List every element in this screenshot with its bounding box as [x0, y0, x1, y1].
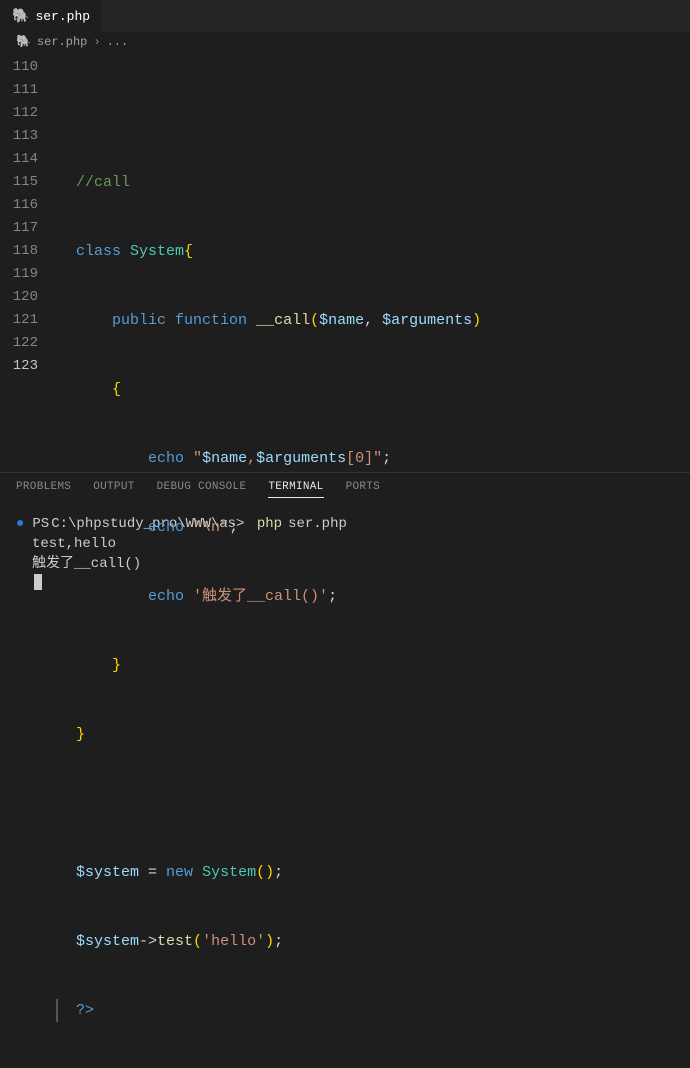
- line-number: 112: [0, 102, 56, 125]
- brace: }: [76, 726, 85, 743]
- code-area[interactable]: //call class System{ public function __c…: [56, 52, 690, 472]
- class-name: System: [202, 864, 256, 881]
- line-number: 120: [0, 286, 56, 309]
- kw-echo: echo: [148, 519, 184, 536]
- line-number: 111: [0, 79, 56, 102]
- line-number: 123: [0, 355, 56, 378]
- line-gutter: 1101111121131141151161171181191201211221…: [0, 52, 56, 472]
- class-name: System: [130, 243, 184, 260]
- prompt-prefix: PS: [32, 514, 49, 534]
- kw-public: public: [112, 312, 166, 329]
- breadcrumb-file: ser.php: [37, 35, 87, 49]
- breadcrumb[interactable]: 🐘 ser.php › ...: [0, 32, 690, 52]
- var: $system: [76, 933, 139, 950]
- kw-function: function: [175, 312, 247, 329]
- kw-echo: echo: [148, 588, 184, 605]
- brace: {: [184, 243, 193, 260]
- string: 'hello': [202, 933, 265, 950]
- breadcrumb-rest: ...: [107, 35, 129, 49]
- php-icon: 🐘: [16, 34, 31, 49]
- code-comment: //call: [76, 174, 130, 191]
- line-number: 118: [0, 240, 56, 263]
- param: $name: [319, 312, 364, 329]
- param: $arguments: [382, 312, 472, 329]
- string: "\n": [193, 519, 229, 536]
- line-number: 121: [0, 309, 56, 332]
- kw-echo: echo: [148, 450, 184, 467]
- line-number: 116: [0, 194, 56, 217]
- fn-name: __call: [256, 312, 310, 329]
- string: '触发了__call()': [193, 588, 328, 605]
- tab-bar: 🐘 ser.php: [0, 0, 690, 32]
- tab-filename: ser.php: [35, 9, 90, 24]
- method: test: [157, 933, 193, 950]
- line-number: 110: [0, 56, 56, 79]
- terminal-cursor: [34, 574, 42, 590]
- line-number: 119: [0, 263, 56, 286]
- line-number: 113: [0, 125, 56, 148]
- kw-new: new: [166, 864, 193, 881]
- brace: {: [112, 381, 121, 398]
- line-number: 117: [0, 217, 56, 240]
- bullet-icon: ●: [16, 514, 24, 534]
- php-icon: 🐘: [12, 8, 29, 25]
- var: $system: [76, 864, 139, 881]
- line-number: 114: [0, 148, 56, 171]
- code-editor[interactable]: 1101111121131141151161171181191201211221…: [0, 52, 690, 472]
- editor-tab[interactable]: 🐘 ser.php: [0, 0, 102, 32]
- brace: }: [112, 657, 121, 674]
- line-number: 115: [0, 171, 56, 194]
- kw-class: class: [76, 243, 121, 260]
- chevron-right-icon: ›: [93, 35, 100, 49]
- php-close: ?>: [76, 1002, 94, 1019]
- line-number: 122: [0, 332, 56, 355]
